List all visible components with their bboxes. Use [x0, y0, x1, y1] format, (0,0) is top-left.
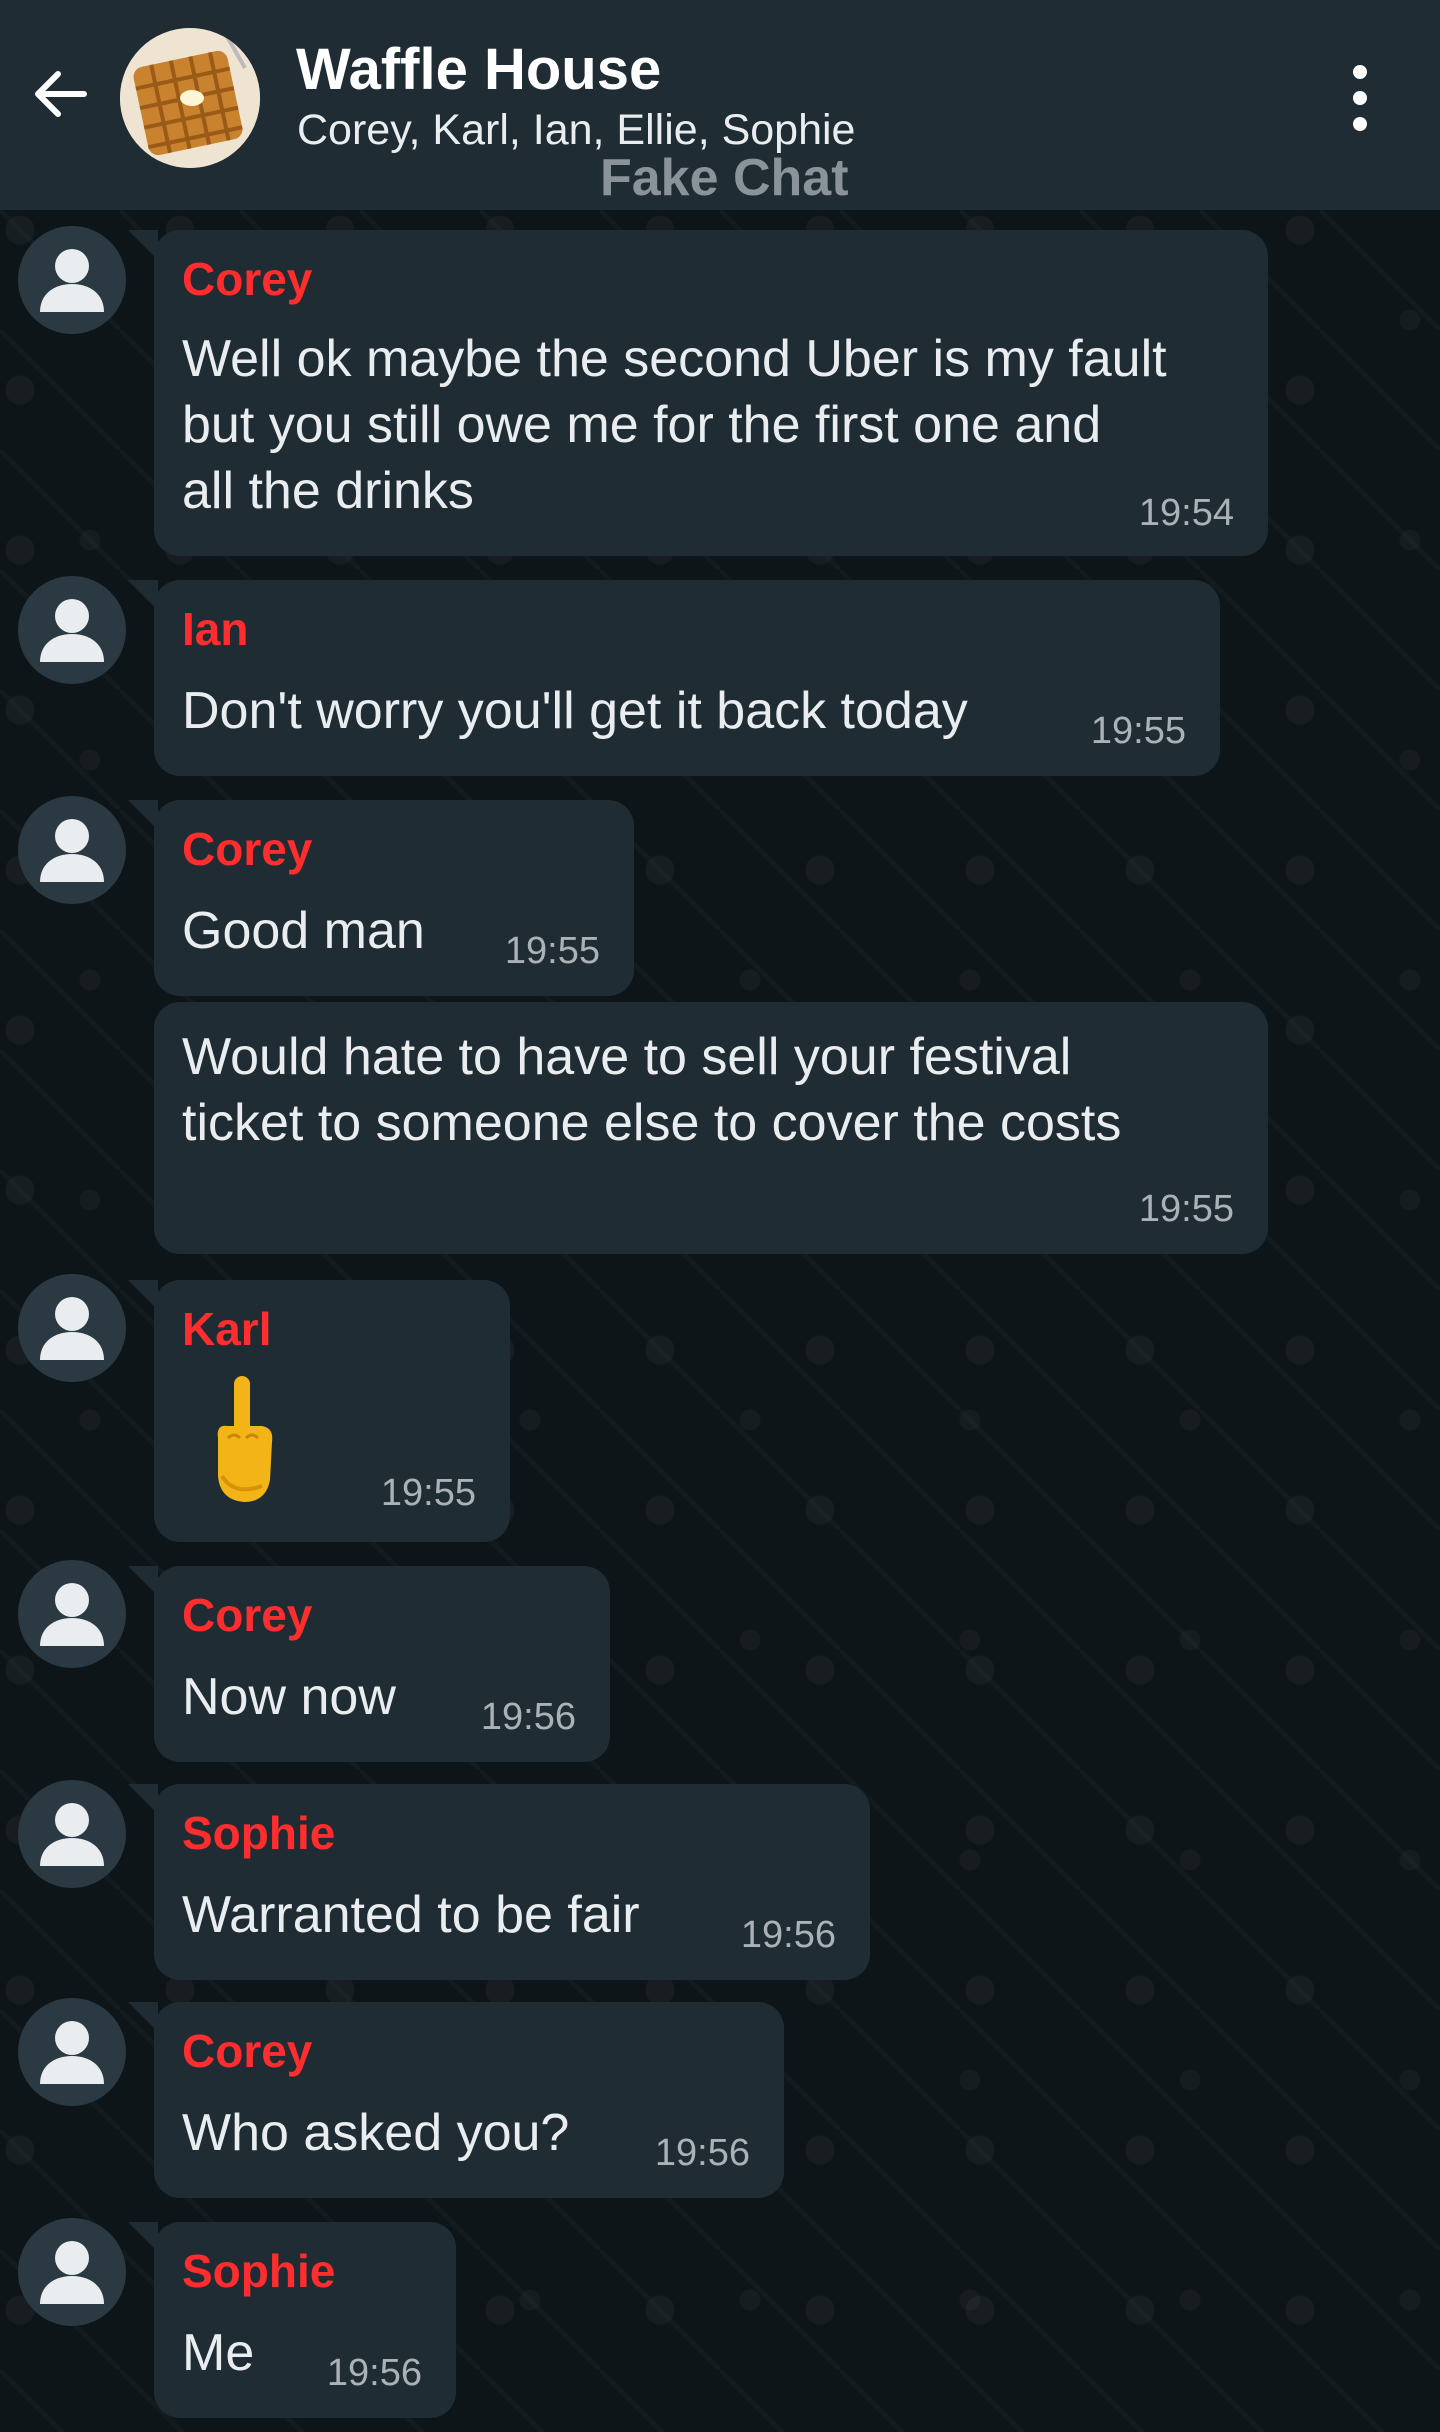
- message-text: Don't worry you'll get it back today: [182, 682, 968, 740]
- message-text: Warranted to be fair: [182, 1886, 640, 1944]
- message-bubble[interactable]: Would hate to have to sell your festival…: [154, 1002, 1268, 1254]
- message-text: Who asked you?: [182, 2104, 570, 2162]
- sender-avatar[interactable]: [18, 226, 126, 334]
- message-time: 19:56: [740, 1914, 836, 1956]
- watermark: Fake Chat: [600, 149, 849, 207]
- waffle-image-icon: [120, 28, 260, 168]
- message-text: all the drinks: [182, 462, 474, 520]
- message-time: 19:54: [1138, 492, 1234, 534]
- sender-name[interactable]: Corey: [182, 822, 312, 876]
- message-bubble[interactable]: Karl 19:55: [128, 1280, 510, 1542]
- message-text: Would hate to have to sell your festival: [182, 1028, 1072, 1086]
- sender-avatar[interactable]: [18, 1560, 126, 1668]
- default-user-icon: [40, 1583, 104, 1646]
- default-user-icon: [40, 1297, 104, 1360]
- sender-avatar[interactable]: [18, 796, 126, 904]
- sender-avatar[interactable]: [18, 1274, 126, 1382]
- message-text: Good man: [182, 902, 425, 960]
- group-avatar[interactable]: [120, 28, 260, 168]
- message-time: 19:55: [504, 930, 600, 972]
- default-user-icon: [40, 1803, 104, 1866]
- sender-name[interactable]: Corey: [182, 252, 312, 306]
- message-text: Well ok maybe the second Uber is my faul…: [182, 330, 1167, 388]
- message-time: 19:55: [1138, 1188, 1234, 1230]
- message-time: 19:56: [654, 2132, 750, 2174]
- sender-name[interactable]: Ian: [182, 602, 248, 656]
- default-user-icon: [40, 249, 104, 312]
- message-bubble[interactable]: Sophie Me 19:56: [128, 2222, 456, 2418]
- sender-name[interactable]: Sophie: [182, 2244, 335, 2298]
- message-bubble[interactable]: Corey Now now 19:56: [128, 1566, 610, 1762]
- middle-finger-emoji-icon: [217, 1376, 273, 1502]
- message-text: Now now: [182, 1668, 396, 1726]
- sender-avatar[interactable]: [18, 1998, 126, 2106]
- default-user-icon: [40, 2021, 104, 2084]
- message-text: ticket to someone else to cover the cost…: [182, 1094, 1122, 1152]
- message-time: 19:55: [1090, 710, 1186, 752]
- default-user-icon: [40, 2241, 104, 2304]
- message-time: 19:55: [380, 1472, 476, 1514]
- message-bubble[interactable]: Sophie Warranted to be fair 19:56: [128, 1784, 870, 1980]
- sender-avatar[interactable]: [18, 2218, 126, 2326]
- default-user-icon: [40, 819, 104, 882]
- sender-name[interactable]: Sophie: [182, 1806, 335, 1860]
- message-time: 19:56: [480, 1696, 576, 1738]
- default-user-icon: [40, 599, 104, 662]
- sender-avatar[interactable]: [18, 576, 126, 684]
- message-bubble[interactable]: Corey Who asked you? 19:56: [128, 2002, 784, 2198]
- sender-name[interactable]: Corey: [182, 2024, 312, 2078]
- back-arrow-icon[interactable]: [28, 62, 92, 126]
- message-time: 19:56: [326, 2352, 422, 2394]
- chat-title[interactable]: Waffle House: [296, 36, 661, 103]
- sender-name[interactable]: Karl: [182, 1302, 271, 1356]
- message-text: Me: [182, 2324, 255, 2382]
- message-bubble[interactable]: Corey Good man 19:55: [128, 800, 634, 996]
- more-options-icon[interactable]: [1340, 62, 1380, 134]
- sender-name[interactable]: Corey: [182, 1588, 312, 1642]
- sender-avatar[interactable]: [18, 1780, 126, 1888]
- message-bubble[interactable]: Ian Don't worry you'll get it back today…: [128, 580, 1220, 776]
- message-text: but you still owe me for the first one a…: [182, 396, 1102, 454]
- chat-header: Waffle House Corey, Karl, Ian, Ellie, So…: [0, 0, 1440, 210]
- message-bubble[interactable]: Corey Well ok maybe the second Uber is m…: [128, 230, 1268, 556]
